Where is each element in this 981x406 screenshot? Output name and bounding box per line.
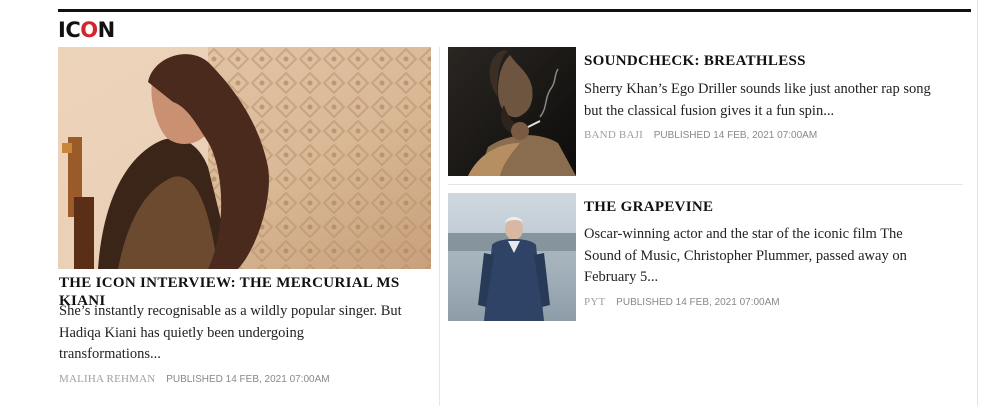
grapevine-story-published: PUBLISHED 14 FEB, 2021 07:00AM bbox=[616, 297, 780, 308]
logo-text-part1: IC bbox=[58, 18, 81, 42]
column-divider bbox=[439, 47, 440, 406]
story-divider bbox=[448, 184, 963, 185]
lead-story-image[interactable] bbox=[58, 47, 431, 269]
grapevine-story-image[interactable] bbox=[448, 193, 576, 321]
grapevine-excerpt-line-2: Sound of Music, Christopher Plummer, pas… bbox=[584, 247, 907, 264]
grapevine-story-headline[interactable]: THE GRAPEVINE bbox=[584, 198, 964, 216]
lead-excerpt-line-2: Hadiqa Kiani has quietly been undergoing bbox=[59, 324, 304, 341]
grapevine-story-excerpt: Oscar-winning actor and the star of the … bbox=[584, 224, 964, 289]
soundcheck-story-meta: BAND BAJI PUBLISHED 14 FEB, 2021 07:00AM bbox=[584, 129, 817, 141]
lead-story-author[interactable]: MALIHA REHMAN bbox=[59, 373, 155, 385]
soundcheck-story-published: PUBLISHED 14 FEB, 2021 07:00AM bbox=[653, 130, 818, 141]
logo-text-part3: N bbox=[97, 18, 116, 42]
soundcheck-story-excerpt: Sherry Khan’s Ego Driller sounds like ju… bbox=[584, 79, 964, 122]
soundcheck-story-headline[interactable]: SOUNDCHECK: BREATHLESS bbox=[584, 52, 964, 70]
man-in-coat-photo bbox=[448, 193, 576, 321]
lead-story-meta: MALIHA REHMAN PUBLISHED 14 FEB, 2021 07:… bbox=[59, 373, 330, 385]
soundcheck-story-image[interactable] bbox=[448, 47, 576, 176]
grapevine-story-meta: PYT PUBLISHED 14 FEB, 2021 07:00AM bbox=[584, 296, 780, 308]
lead-excerpt-line-1: She’s instantly recognisable as a wildly… bbox=[59, 303, 402, 319]
lead-story-excerpt: She’s instantly recognisable as a wildly… bbox=[59, 301, 434, 366]
soundcheck-story-author[interactable]: BAND BAJI bbox=[584, 129, 643, 141]
page-edge-border bbox=[977, 0, 978, 406]
man-smoking-photo bbox=[448, 47, 576, 176]
grapevine-excerpt-line-3: February 5... bbox=[584, 269, 659, 285]
grapevine-excerpt-line-1: Oscar-winning actor and the star of the … bbox=[584, 226, 903, 242]
section-top-rule bbox=[58, 9, 971, 12]
logo-text-accent: O bbox=[80, 18, 98, 42]
soundcheck-excerpt-line-2: but the classical fusion gives it a fun … bbox=[584, 102, 835, 119]
woman-portrait-photo bbox=[58, 47, 431, 269]
lead-story-published: PUBLISHED 14 FEB, 2021 07:00AM bbox=[166, 374, 330, 385]
lead-excerpt-line-3: transformations... bbox=[59, 346, 161, 362]
soundcheck-excerpt-line-1: Sherry Khan’s Ego Driller sounds like ju… bbox=[584, 81, 931, 97]
section-logo-icon[interactable]: IC O N bbox=[58, 18, 116, 42]
grapevine-story-author[interactable]: PYT bbox=[584, 296, 605, 308]
